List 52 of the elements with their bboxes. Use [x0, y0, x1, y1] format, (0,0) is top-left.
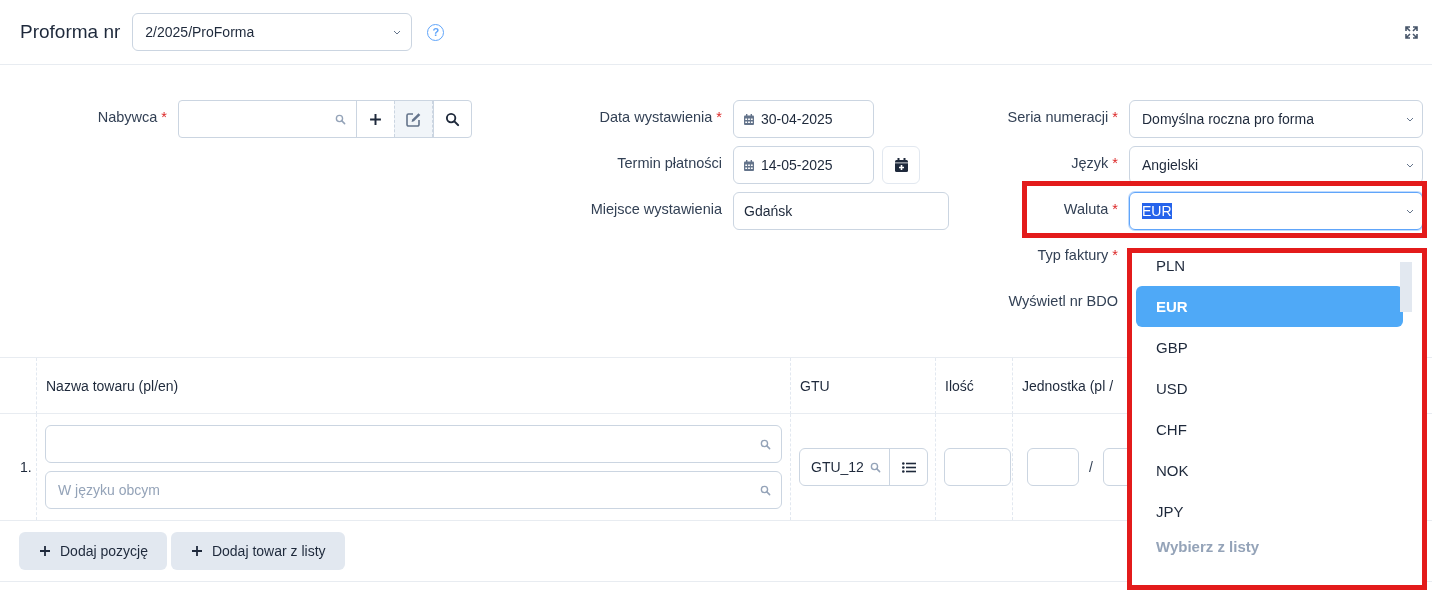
- calendar-button[interactable]: [882, 146, 920, 184]
- search-icon: [870, 461, 881, 473]
- select-field[interactable]: Domyślna roczna pro forma: [1129, 100, 1423, 138]
- calendar-icon: [744, 113, 754, 125]
- dropdown-option[interactable]: NOK: [1136, 450, 1403, 491]
- unit-field[interactable]: [1027, 448, 1079, 486]
- field-label: Termin płatności: [617, 154, 722, 173]
- quantity-field[interactable]: [944, 448, 1011, 486]
- date-field[interactable]: 30-04-2025: [733, 100, 874, 138]
- list-icon: [901, 461, 916, 473]
- search-icon: [335, 113, 346, 125]
- add-button[interactable]: Dodaj towar z listy: [170, 532, 345, 570]
- dropdown-option[interactable]: CHF: [1136, 409, 1403, 450]
- date-field[interactable]: 14-05-2025: [733, 146, 874, 184]
- text-field[interactable]: Gdańsk: [733, 192, 949, 230]
- field-label: Waluta *: [1063, 200, 1118, 219]
- field-label: Typ faktury *: [1037, 246, 1118, 265]
- field-label: Data wystawienia *: [599, 108, 722, 127]
- dropdown-option[interactable]: USD: [1136, 368, 1403, 409]
- field-label: Wyświetl nr BDO: [1008, 292, 1118, 311]
- chevron-down-icon: [1406, 116, 1414, 122]
- scrollbar-thumb[interactable]: [1400, 262, 1412, 312]
- chevron-down-icon: [393, 29, 402, 35]
- column-header: Ilość: [945, 377, 974, 394]
- number-select[interactable]: 2/2025/ProForma: [132, 13, 413, 51]
- plus-icon: [190, 545, 203, 557]
- name-field[interactable]: [45, 425, 782, 463]
- plus-icon: [39, 545, 51, 557]
- column-header: Nazwa towaru (pl/en): [46, 377, 179, 394]
- dropdown-option[interactable]: JPY: [1136, 491, 1403, 532]
- unit-separator: /: [1089, 459, 1093, 475]
- field-label: Miejsce wystawienia: [590, 200, 722, 219]
- field-label: Seria numeracji *: [1007, 108, 1118, 127]
- edit-icon: [406, 111, 421, 127]
- chevron-down-icon: [1406, 162, 1414, 168]
- search-icon: [445, 111, 460, 127]
- dropdown-option[interactable]: PLN: [1136, 253, 1403, 286]
- plus-icon: [369, 112, 382, 126]
- dropdown-option[interactable]: GBP: [1136, 327, 1403, 368]
- chevron-down-icon: [1406, 208, 1414, 214]
- page-title: Proforma nr: [20, 21, 121, 43]
- search-icon: [760, 438, 771, 450]
- column-header: Jednostka (pl /: [1022, 377, 1114, 394]
- add-button[interactable]: Dodaj pozycję: [19, 532, 167, 570]
- calendar-icon: [744, 159, 754, 171]
- calendar-plus-icon: [894, 158, 908, 172]
- search-icon: [760, 484, 771, 496]
- gtu-field[interactable]: GTU_12: [800, 449, 889, 485]
- column-header: GTU: [800, 377, 830, 394]
- field-label: Nabywca *: [97, 108, 167, 127]
- expand-icon[interactable]: [1405, 25, 1418, 39]
- field-label: Język *: [1071, 154, 1118, 173]
